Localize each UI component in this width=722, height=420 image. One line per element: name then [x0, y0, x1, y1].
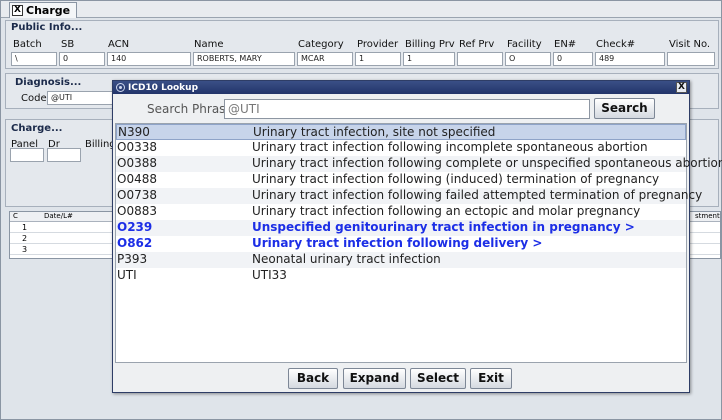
grid-header-date: Date/L# — [44, 212, 73, 220]
dr-field[interactable] — [47, 148, 81, 162]
list-item-code: UTI — [117, 268, 137, 282]
panel-field[interactable] — [10, 148, 44, 162]
list-item-code: P393 — [117, 252, 148, 266]
back-button[interactable]: Back — [288, 368, 338, 389]
list-item-desc: Urinary tract infection following (induc… — [252, 172, 660, 186]
tab-bar: X Charge — [1, 1, 721, 18]
icd10-lookup-dialog: ICD10 Lookup X Search Phrase: @UTI Searc… — [112, 80, 722, 393]
list-item-code: O0338 — [117, 140, 157, 154]
en-field[interactable]: 0 — [553, 52, 593, 66]
label-sb: SB — [61, 39, 75, 50]
list-item-code: O0883 — [117, 204, 157, 218]
label-ref-prv: Ref Prv — [459, 39, 495, 50]
search-phrase-input[interactable]: @UTI — [224, 99, 590, 119]
tab-label: Charge — [26, 4, 71, 17]
label-visit-no: Visit No. — [669, 39, 711, 50]
list-item[interactable]: O0883 Urinary tract infection following … — [116, 204, 686, 220]
list-item[interactable]: O0388 Urinary tract infection following … — [116, 156, 722, 172]
grid-header-adjustment: stment — [695, 212, 720, 220]
list-item-desc: Neonatal urinary tract infection — [252, 252, 441, 266]
list-item-desc: Urinary tract infection following failed… — [252, 188, 703, 202]
list-item[interactable]: O0738 Urinary tract infection following … — [116, 188, 702, 204]
list-item-desc: UTI33 — [252, 268, 287, 282]
list-item[interactable]: O0338 Urinary tract infection following … — [116, 140, 686, 156]
charge-title: Charge... — [11, 123, 63, 134]
list-item-code: O0488 — [117, 172, 157, 186]
batch-field[interactable]: \ — [11, 52, 57, 66]
label-facility: Facility — [507, 39, 542, 50]
dialog-app-icon — [116, 83, 125, 92]
list-item-code: O862 — [117, 236, 153, 250]
public-info-title: Public Info... — [11, 22, 83, 33]
list-item-desc: Urinary tract infection following comple… — [252, 156, 722, 170]
label-en: EN# — [554, 39, 577, 50]
exit-button[interactable]: Exit — [470, 368, 512, 389]
visit-no-field[interactable] — [667, 52, 715, 66]
list-item[interactable]: O239 Unspecified genitourinary tract inf… — [116, 220, 686, 236]
label-billing-prv: Billing Prv — [405, 39, 455, 50]
dialog-title: ICD10 Lookup — [128, 82, 199, 93]
label-category: Category — [298, 39, 344, 50]
list-item[interactable]: O0488 Urinary tract infection following … — [116, 172, 686, 188]
label-provider: Provider — [357, 39, 399, 50]
list-item[interactable]: P393 Neonatal urinary tract infection — [116, 252, 686, 268]
code-label: Code — [21, 93, 47, 104]
sb-field[interactable]: 0 — [59, 52, 105, 66]
ref-prv-field[interactable] — [457, 52, 503, 66]
facility-field[interactable]: O — [505, 52, 551, 66]
list-item-code: O0388 — [117, 156, 157, 170]
label-check: Check# — [596, 39, 636, 50]
list-item[interactable]: N390 Urinary tract infection, site not s… — [116, 124, 686, 140]
dialog-title-bar[interactable]: ICD10 Lookup X — [113, 81, 689, 94]
label-batch: Batch — [13, 39, 42, 50]
expand-button[interactable]: Expand — [343, 368, 406, 389]
dialog-close-button[interactable]: X — [676, 82, 687, 93]
check-field[interactable]: 489 — [595, 52, 665, 66]
label-acn: ACN — [108, 39, 130, 50]
name-field[interactable]: ROBERTS, MARY — [193, 52, 295, 66]
list-item-desc: Urinary tract infection following an ect… — [252, 204, 641, 218]
category-field[interactable]: MCAR — [297, 52, 353, 66]
list-item-desc: Urinary tract infection following incomp… — [252, 140, 648, 154]
icd10-results-list: N390 Urinary tract infection, site not s… — [115, 123, 722, 363]
list-item-code: O239 — [117, 220, 153, 234]
list-item[interactable]: O862 Urinary tract infection following d… — [116, 236, 686, 252]
label-name: Name — [194, 39, 224, 50]
list-item-desc: Unspecified genitourinary tract infectio… — [252, 220, 635, 234]
list-item-desc: Urinary tract infection following delive… — [252, 236, 543, 250]
list-item-desc: Urinary tract infection, site not specif… — [253, 125, 496, 139]
diagnosis-code-field[interactable]: @UTI — [47, 91, 113, 105]
search-button[interactable]: Search — [594, 98, 655, 119]
list-item[interactable]: UTI UTI33 — [116, 268, 686, 284]
provider-field[interactable]: 1 — [355, 52, 401, 66]
diagnosis-title: Diagnosis... — [15, 77, 82, 88]
close-icon[interactable]: X — [12, 5, 23, 16]
billing-prv-field[interactable]: 1 — [403, 52, 455, 66]
list-item-code: O0738 — [117, 188, 157, 202]
acn-field[interactable]: 140 — [107, 52, 191, 66]
select-button[interactable]: Select — [410, 368, 466, 389]
list-item-code: N390 — [118, 125, 150, 139]
tab-charge[interactable]: X Charge — [9, 2, 78, 18]
grid-header-c: C — [13, 212, 18, 220]
